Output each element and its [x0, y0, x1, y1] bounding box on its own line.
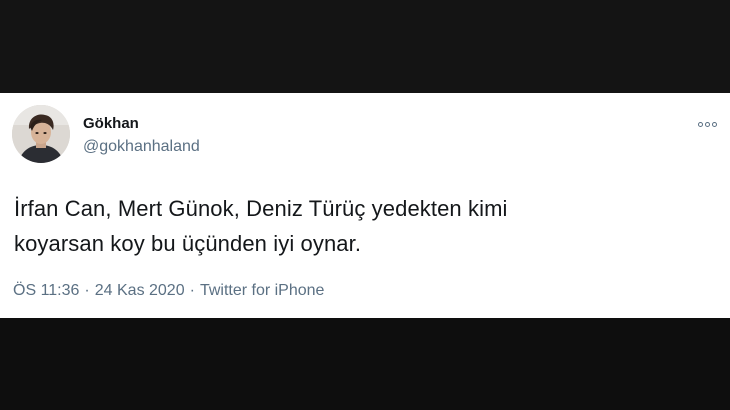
- tweet-text-line: koyarsan koy bu üçünden iyi oynar.: [14, 231, 362, 256]
- author-handle[interactable]: @gokhanhaland: [83, 138, 200, 156]
- avatar-photo-icon: [12, 105, 70, 163]
- author-name[interactable]: Gökhan: [83, 115, 139, 132]
- tweet-meta: ÖS 11:36 · 24 Kas 2020 · Twitter for iPhone: [13, 282, 324, 300]
- meta-separator: ·: [84, 282, 90, 299]
- tweet-date[interactable]: 24 Kas 2020: [95, 282, 185, 299]
- avatar[interactable]: [12, 105, 70, 163]
- more-options-icon: [697, 121, 703, 127]
- letterbox-bottom: [0, 318, 730, 410]
- more-options-icon-dot-2: [704, 121, 710, 127]
- tweet-time[interactable]: ÖS 11:36: [13, 282, 79, 299]
- meta-separator: ·: [189, 282, 195, 299]
- tweet-text: İrfan Can, Mert Günok, Deniz Türüç yedek…: [14, 191, 654, 261]
- more-options-icon-dot-3: [711, 121, 717, 127]
- more-options-button[interactable]: [692, 115, 722, 133]
- tweet-card: Gökhan @gokhanhaland İrfan Can, Mert Gün…: [0, 93, 730, 318]
- tweet-source[interactable]: Twitter for iPhone: [200, 282, 325, 299]
- letterbox-top: [0, 0, 730, 93]
- tweet-text-line: İrfan Can, Mert Günok, Deniz Türüç yedek…: [14, 196, 508, 221]
